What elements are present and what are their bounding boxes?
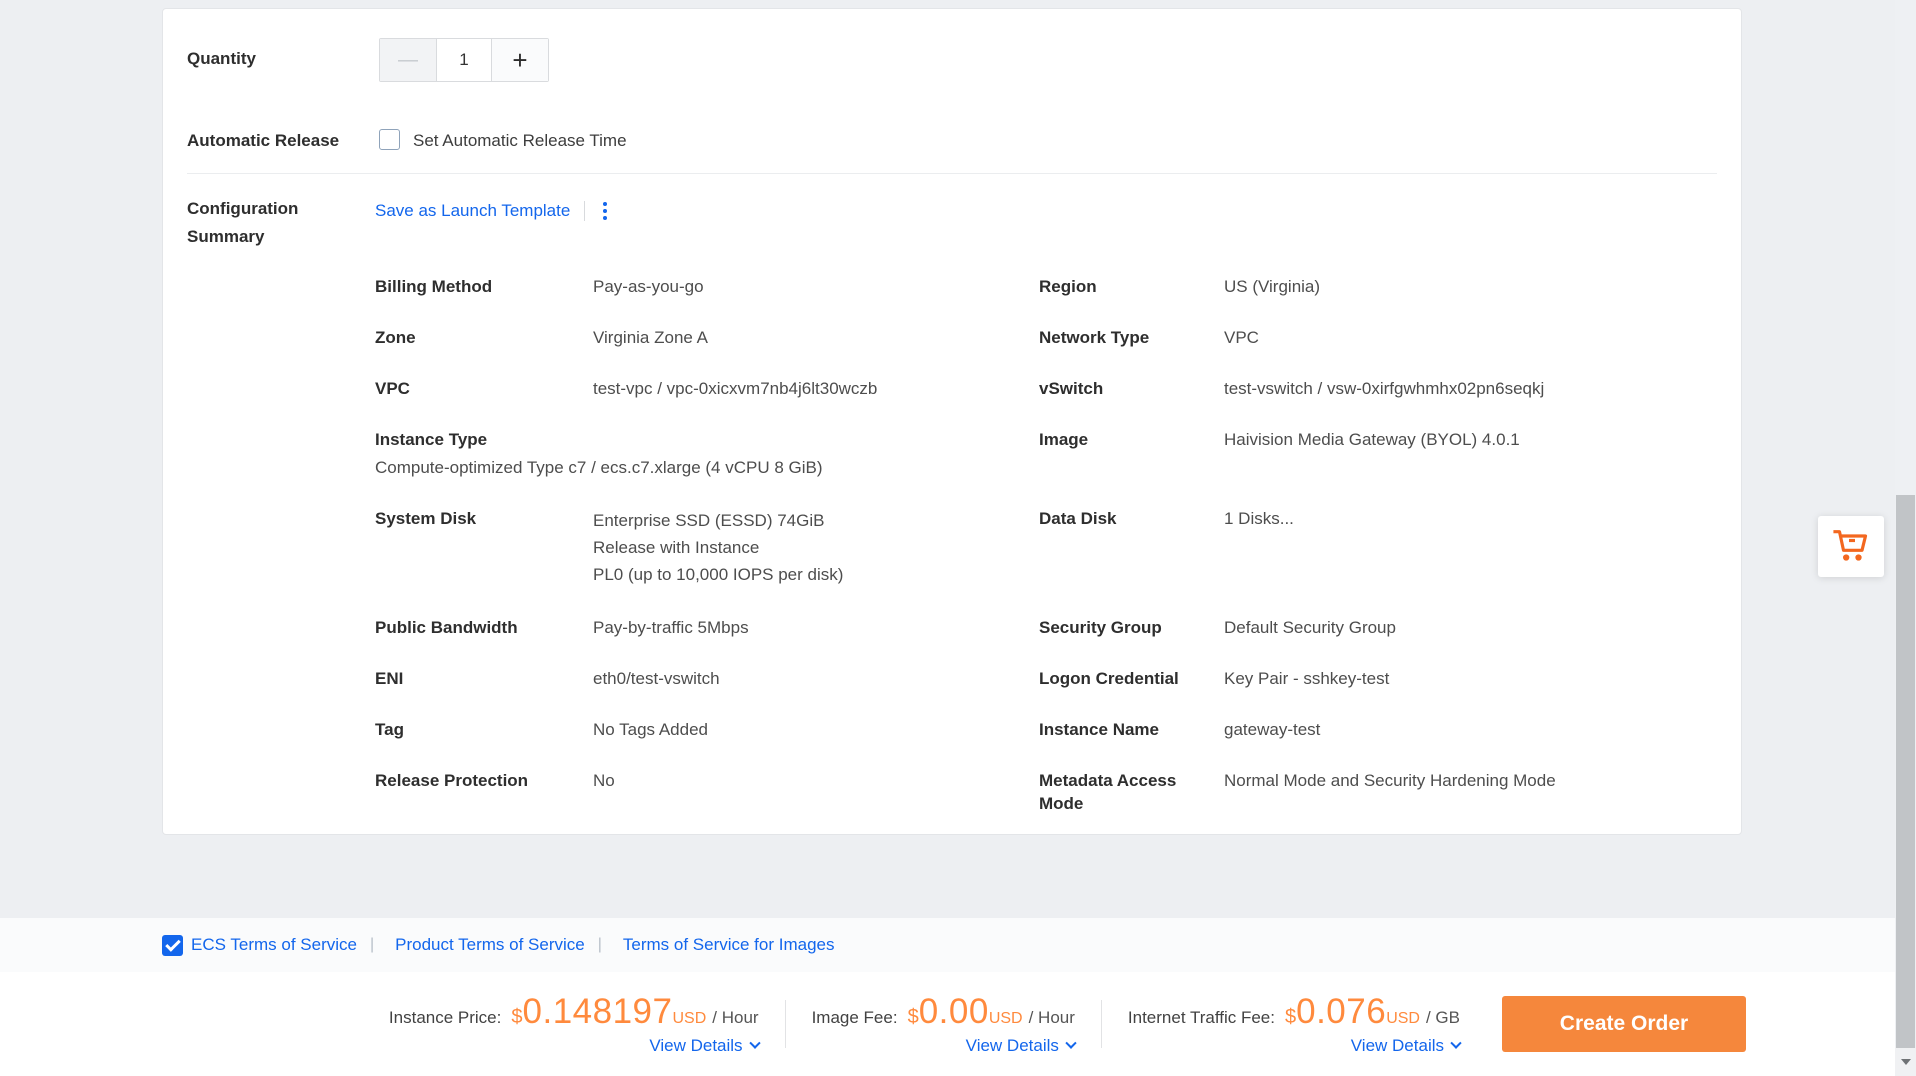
view-details-link[interactable]: View Details	[1351, 1036, 1444, 1056]
config-label: Release Protection	[375, 769, 593, 792]
config-value: Normal Mode and Security Hardening Mode	[1224, 769, 1717, 792]
order-config-card: Quantity — 1 + Automatic Release Set Aut…	[162, 8, 1742, 835]
terms-of-service-bar: ECS Terms of Service | Product Terms of …	[0, 918, 1916, 972]
config-value: Pay-as-you-go	[593, 275, 1039, 298]
tos-link-ecs[interactable]: ECS Terms of Service	[191, 935, 357, 955]
link-separator: |	[598, 936, 602, 954]
currency-code: USD	[672, 1010, 706, 1028]
config-grid: Billing Method Pay-as-you-go Region US (…	[375, 275, 1717, 815]
scroll-down-arrow-icon	[1901, 1059, 1911, 1065]
create-order-button[interactable]: Create Order	[1502, 996, 1746, 1052]
currency-code: USD	[989, 1010, 1023, 1028]
fee-group-image-fee: Image Fee: $ 0.00 USD / Hour View Detail…	[812, 992, 1075, 1056]
vertical-separator	[584, 201, 585, 221]
config-label: Region	[1039, 275, 1224, 298]
view-details-link[interactable]: View Details	[966, 1036, 1059, 1056]
currency-code: USD	[1386, 1010, 1420, 1028]
template-actions-row: Save as Launch Template	[375, 199, 611, 222]
instance-type-cell: Instance Type Compute-optimized Type c7 …	[375, 428, 1039, 479]
scrollbar[interactable]	[1895, 0, 1916, 1076]
config-label: ENI	[375, 667, 593, 690]
config-value: No	[593, 769, 1039, 792]
config-label: vSwitch	[1039, 377, 1224, 400]
configuration-summary-label: Configuration Summary	[187, 195, 319, 251]
scrollbar-down-button[interactable]	[1895, 1048, 1916, 1076]
config-value: Enterprise SSD (ESSD) 74GiB Release with…	[593, 507, 1039, 588]
fee-label: Instance Price:	[389, 1008, 501, 1028]
fee-unit: / Hour	[1029, 1008, 1075, 1028]
config-value: Pay-by-traffic 5Mbps	[593, 616, 1039, 639]
fee-amount: 0.00	[919, 992, 989, 1032]
chevron-down-icon	[1065, 1038, 1076, 1049]
config-value: 1 Disks...	[1224, 507, 1717, 530]
fee-amount: 0.148197	[523, 992, 673, 1032]
quantity-decrease-button[interactable]: —	[380, 39, 437, 81]
fee-separator	[1101, 1000, 1102, 1048]
config-label: Logon Credential	[1039, 667, 1224, 690]
section-divider	[187, 173, 1717, 174]
kebab-menu-icon[interactable]	[599, 200, 611, 222]
fee-separator	[785, 1000, 786, 1048]
fee-amount: 0.076	[1296, 992, 1386, 1032]
tos-link-product[interactable]: Product Terms of Service	[395, 935, 585, 955]
auto-release-checkbox[interactable]	[379, 129, 400, 150]
config-value: test-vpc / vpc-0xicxvm7nb4j6lt30wczb	[593, 377, 1039, 400]
config-value: Compute-optimized Type c7 / ecs.c7.xlarg…	[375, 456, 1039, 479]
chevron-down-icon	[749, 1038, 760, 1049]
fee-unit: / GB	[1426, 1008, 1460, 1028]
currency-symbol: $	[1285, 1006, 1296, 1029]
config-value: No Tags Added	[593, 718, 1039, 741]
auto-release-checkbox-label[interactable]: Set Automatic Release Time	[413, 129, 627, 152]
config-label: Public Bandwidth	[375, 616, 593, 639]
config-value: VPC	[1224, 326, 1717, 349]
config-label: Network Type	[1039, 326, 1224, 349]
config-label: Zone	[375, 326, 593, 349]
quantity-label: Quantity	[187, 47, 256, 70]
scrollbar-thumb[interactable]	[1896, 495, 1915, 1048]
quantity-stepper: — 1 +	[379, 38, 549, 82]
fee-unit: / Hour	[712, 1008, 758, 1028]
cart-icon	[1831, 528, 1871, 565]
config-label: Data Disk	[1039, 507, 1224, 530]
save-as-launch-template-link[interactable]: Save as Launch Template	[375, 199, 570, 222]
config-label: VPC	[375, 377, 593, 400]
config-label: Security Group	[1039, 616, 1224, 639]
config-value: gateway-test	[1224, 718, 1717, 741]
config-label: Image	[1039, 428, 1224, 451]
fee-group-internet-traffic: Internet Traffic Fee: $ 0.076 USD / GB V…	[1128, 992, 1460, 1056]
config-value: test-vswitch / vsw-0xirfgwhmhx02pn6seqkj	[1224, 377, 1717, 400]
fee-group-instance-price: Instance Price: $ 0.148197 USD / Hour Vi…	[389, 992, 759, 1056]
config-label: Instance Type	[375, 428, 1039, 451]
config-label: System Disk	[375, 507, 593, 530]
currency-symbol: $	[908, 1006, 919, 1029]
tos-checkbox[interactable]	[162, 935, 183, 956]
config-value: Default Security Group	[1224, 616, 1717, 639]
view-details-link[interactable]: View Details	[649, 1036, 742, 1056]
order-summary-bar: Instance Price: $ 0.148197 USD / Hour Vi…	[0, 972, 1916, 1076]
cart-button[interactable]	[1818, 516, 1884, 577]
fee-label: Image Fee:	[812, 1008, 898, 1028]
config-label: Billing Method	[375, 275, 593, 298]
config-label: Instance Name	[1039, 718, 1224, 741]
config-label: Metadata Access Mode	[1039, 769, 1224, 815]
config-value: Haivision Media Gateway (BYOL) 4.0.1	[1224, 428, 1717, 451]
config-value: Virginia Zone A	[593, 326, 1039, 349]
chevron-down-icon	[1450, 1038, 1461, 1049]
link-separator: |	[370, 936, 374, 954]
quantity-value[interactable]: 1	[437, 39, 491, 81]
config-value: US (Virginia)	[1224, 275, 1717, 298]
config-value: Key Pair - sshkey-test	[1224, 667, 1717, 690]
quantity-increase-button[interactable]: +	[491, 39, 548, 81]
automatic-release-label: Automatic Release	[187, 129, 339, 152]
config-label: Tag	[375, 718, 593, 741]
fee-label: Internet Traffic Fee:	[1128, 1008, 1275, 1028]
config-value: eth0/test-vswitch	[593, 667, 1039, 690]
currency-symbol: $	[511, 1006, 522, 1029]
tos-link-images[interactable]: Terms of Service for Images	[623, 935, 835, 955]
